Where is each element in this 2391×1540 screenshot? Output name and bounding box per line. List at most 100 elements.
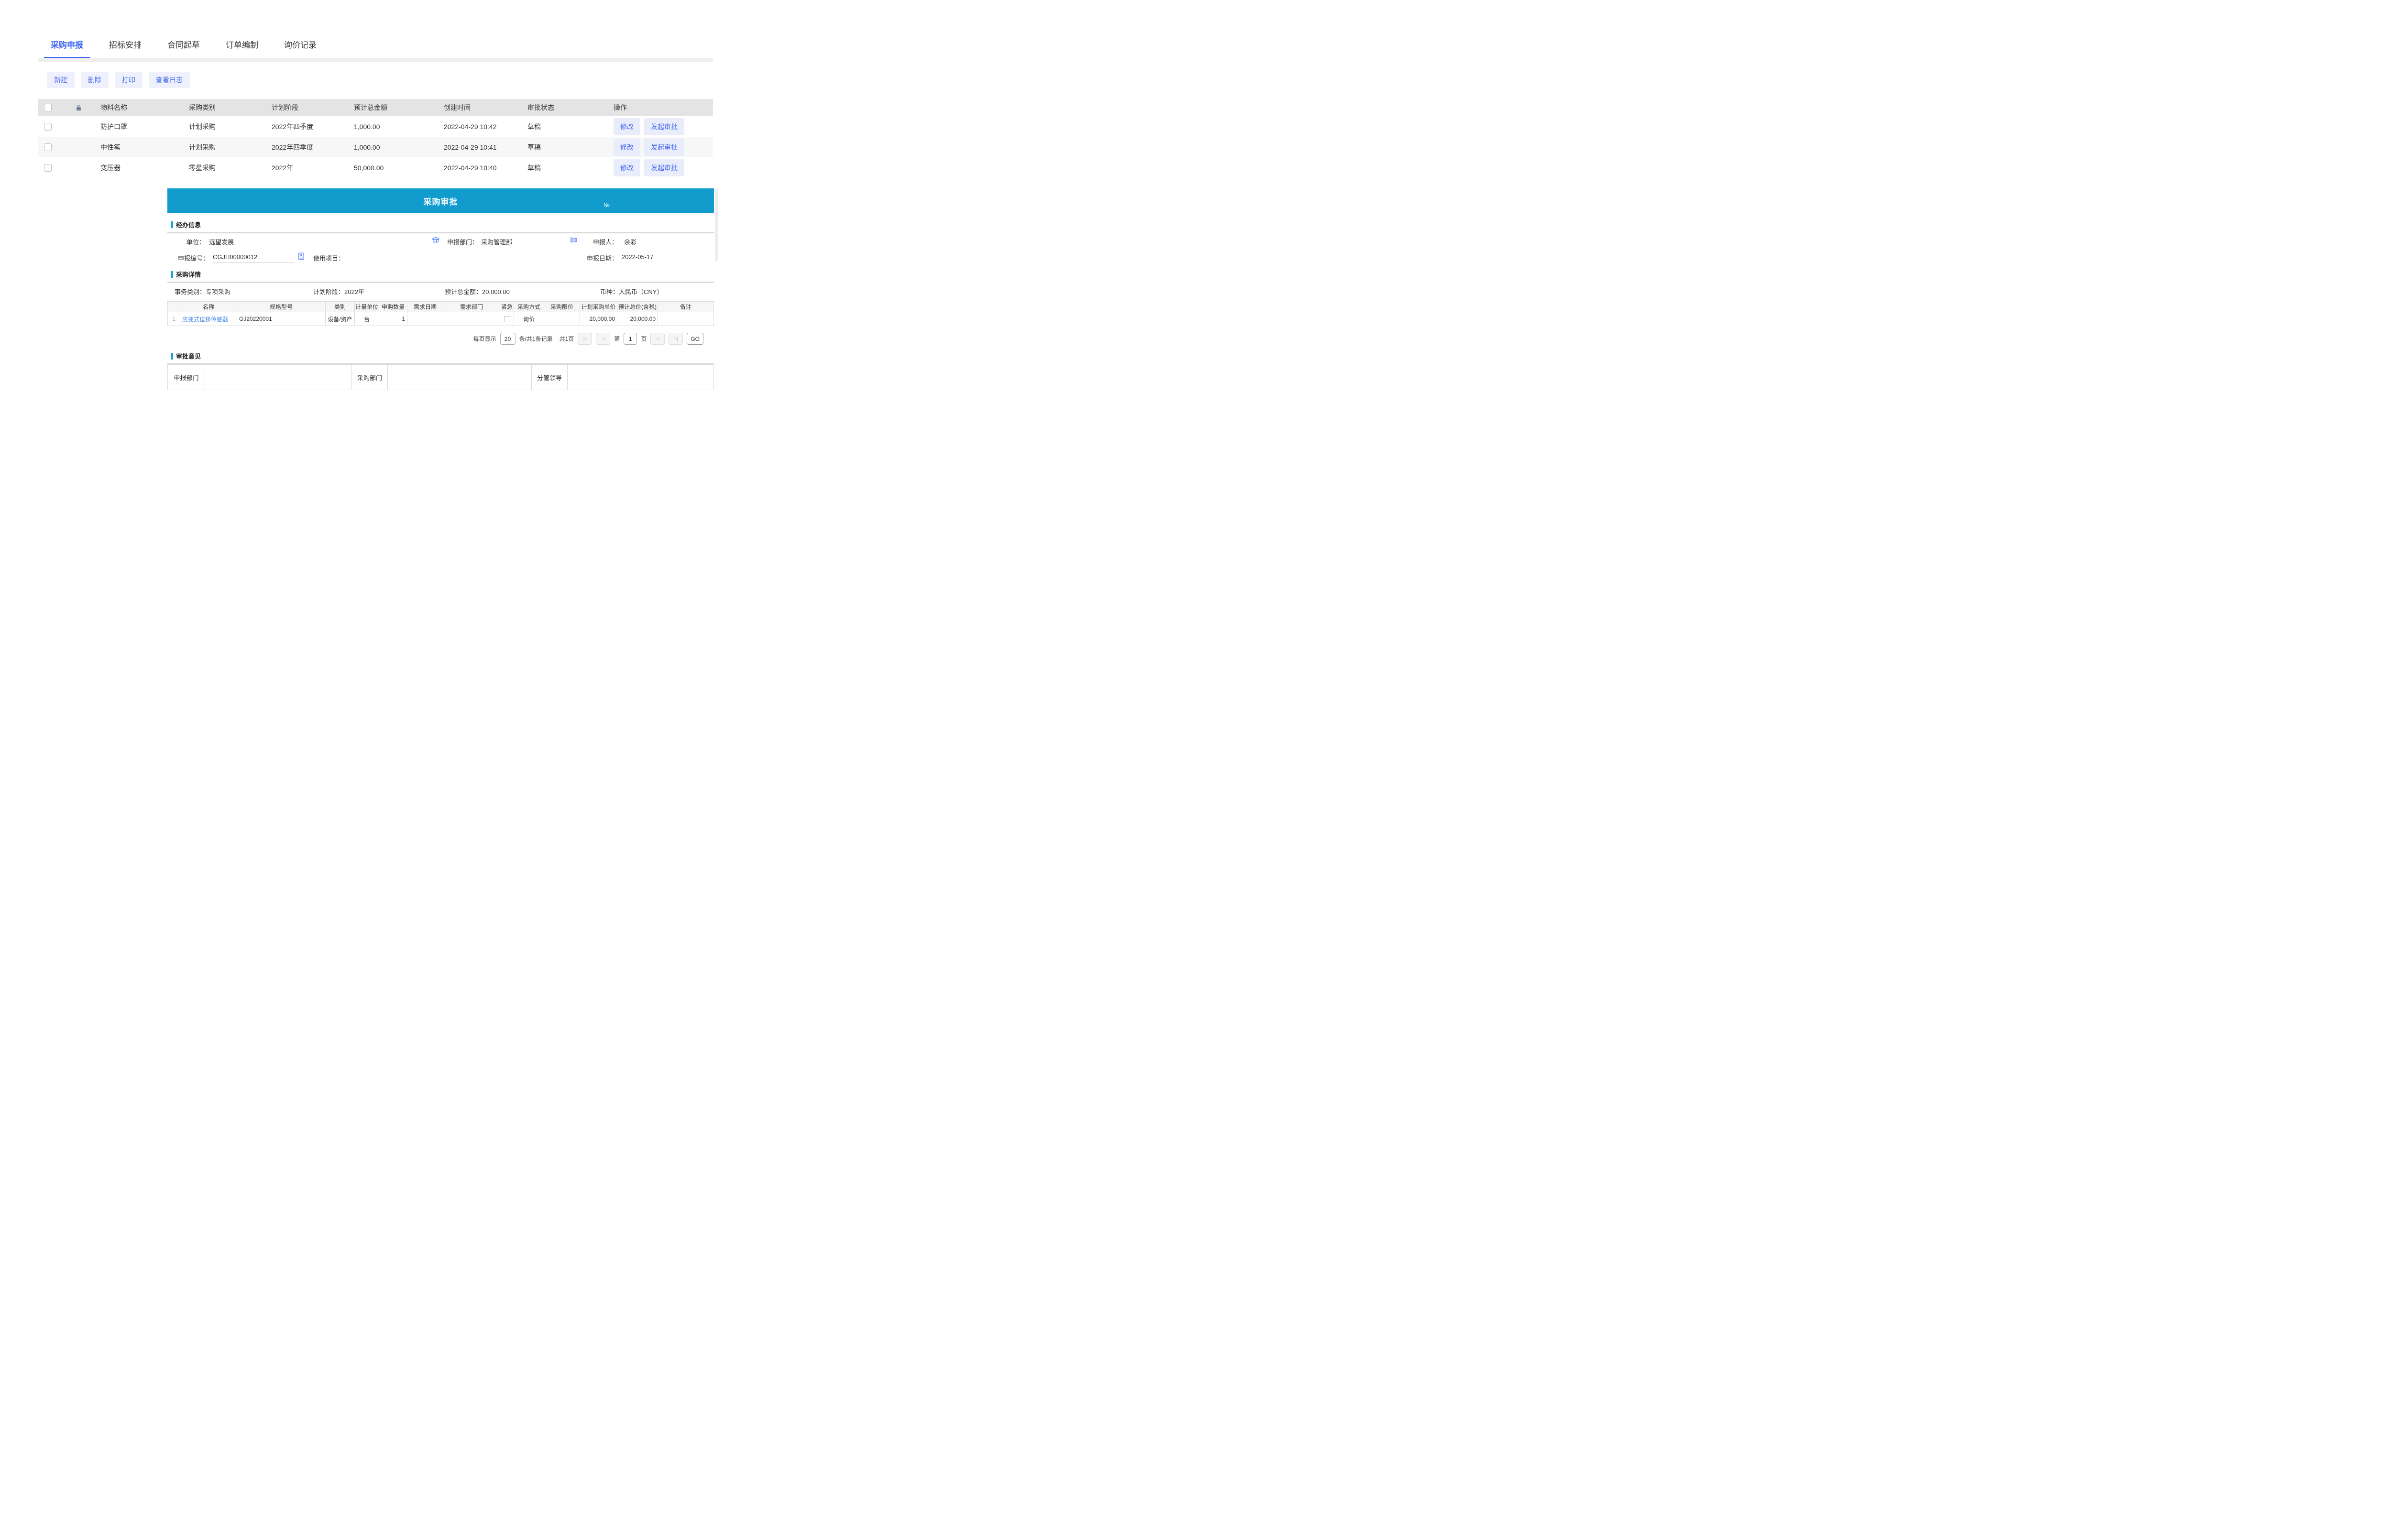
item-spec: GJ20220001	[237, 312, 326, 326]
tab-bidding-arrangement[interactable]: 招标安排	[102, 33, 148, 58]
tabbar-divider	[38, 58, 713, 62]
delete-button[interactable]: 删除	[81, 72, 109, 88]
next-page-button[interactable]: >	[650, 333, 665, 345]
estimated-total-label: 预计总金额：	[445, 288, 482, 295]
header-plan-stage: 计划阶段	[271, 103, 353, 112]
table-row: 防护口罩 计划采购 2022年四季度 1,000.00 2022-04-29 1…	[38, 116, 713, 137]
purchase-summary-row: 事务类别：专项采购 计划阶段：2022年 预计总金额：20,000.00 币种：…	[167, 287, 714, 299]
plan-stage-label: 计划阶段：	[313, 288, 344, 295]
header-estimated-total: 预计总金额	[353, 103, 443, 112]
row-checkbox[interactable]	[44, 143, 52, 151]
declare-no-value[interactable]: CGJH00000012	[213, 253, 257, 261]
header-approval-status: 审批状态	[526, 103, 613, 112]
item-index: 1	[168, 312, 180, 326]
first-page-button[interactable]: |<	[578, 333, 592, 345]
estimated-total-value: 20,000.00	[482, 288, 510, 295]
header-created-time: 创建时间	[443, 103, 526, 112]
table-row: 变压器 零星采购 2022年 50,000.00 2022-04-29 10:4…	[38, 157, 713, 178]
unit-label: 单位：	[186, 237, 205, 246]
item-need-date	[407, 312, 443, 326]
print-button[interactable]: 打印	[115, 72, 143, 88]
cell-material-name: 中性笔	[99, 142, 188, 152]
items-header-category: 类别	[326, 302, 355, 312]
cell-approval-status: 草稿	[526, 163, 613, 173]
items-header-qty: 申购数量	[379, 302, 407, 312]
declare-dept-value[interactable]: 采购管理部	[481, 237, 512, 246]
list-toolbar: 新建 删除 打印 查看日志	[47, 72, 190, 88]
section-accent-bar	[171, 221, 173, 228]
section-accent-bar	[171, 353, 173, 360]
item-name-link[interactable]: 应变式位移传感器	[182, 315, 228, 323]
unit-value[interactable]: 远望发展	[209, 237, 234, 246]
new-button[interactable]: 新建	[47, 72, 75, 88]
items-header-unit: 计量单位	[355, 302, 379, 312]
approval-decl-dept-opinion[interactable]	[205, 365, 352, 390]
approval-leader-opinion[interactable]	[568, 365, 713, 390]
prev-page-button[interactable]: <	[596, 333, 610, 345]
cell-created-time: 2022-04-29 10:41	[443, 143, 526, 151]
cell-plan-stage: 2022年	[271, 163, 353, 173]
row-checkbox[interactable]	[44, 164, 52, 172]
approval-opinion-table: 申报部门 采购部门 分管领导	[167, 365, 714, 390]
items-header-name: 名称	[180, 302, 237, 312]
transaction-type-label: 事务类别：	[175, 288, 206, 295]
id-card-icon[interactable]	[297, 252, 306, 261]
view-log-button[interactable]: 查看日志	[149, 72, 190, 88]
applicant-label: 申报人：	[593, 237, 618, 246]
plan-stage-value: 2022年	[344, 288, 364, 295]
items-header-price-limit: 采购限价	[544, 302, 580, 312]
edit-button[interactable]: 修改	[614, 118, 640, 135]
panel-scrollbar[interactable]	[715, 188, 718, 261]
currency-label: 币种：	[600, 288, 619, 295]
cell-estimated-total: 1,000.00	[353, 123, 443, 131]
cell-approval-status: 草稿	[526, 142, 613, 152]
total-pages-label: 共1页	[559, 335, 574, 343]
go-button[interactable]: GO	[687, 333, 703, 345]
start-approval-button[interactable]: 发起审批	[644, 139, 684, 156]
page-suffix-label: 页	[641, 335, 647, 343]
tab-inquiry-records[interactable]: 询价记录	[277, 33, 323, 58]
items-pagination: 每页显示 条/共1条记录 共1页 |< < 第 页 > >| GO	[167, 333, 703, 345]
per-page-label: 每页显示	[473, 335, 496, 343]
section-title-handler-info: 经办信息	[176, 220, 201, 229]
item-est-total: 20,000.00	[617, 312, 658, 326]
declare-date-label: 申报日期：	[587, 253, 618, 262]
select-all-checkbox[interactable]	[44, 104, 52, 111]
approval-purchase-dept-opinion[interactable]	[388, 365, 532, 390]
row-checkbox[interactable]	[44, 123, 52, 131]
table-header-row: 物料名称 采购类别 计划阶段 预计总金额 创建时间 审批状态 操作	[38, 99, 713, 116]
module-tabs: 采购申报 招标安排 合同起草 订单编制 询价记录	[44, 33, 336, 58]
edit-button[interactable]: 修改	[614, 159, 640, 176]
department-icon[interactable]	[570, 236, 578, 244]
tab-contract-drafting[interactable]: 合同起草	[161, 33, 207, 58]
start-approval-button[interactable]: 发起审批	[644, 159, 684, 176]
item-price-limit	[544, 312, 580, 326]
cell-estimated-total: 1,000.00	[353, 143, 443, 151]
urgent-checkbox[interactable]	[504, 316, 510, 322]
tab-order-preparation[interactable]: 订单编制	[219, 33, 265, 58]
cell-created-time: 2022-04-29 10:40	[443, 164, 526, 172]
declare-date-value: 2022-05-17	[622, 253, 654, 261]
approval-purchase-dept-label: 采购部门	[352, 365, 388, 390]
item-qty: 1	[379, 312, 407, 326]
cell-material-name: 防护口罩	[99, 122, 188, 131]
edit-button[interactable]: 修改	[614, 139, 640, 156]
header-material-name: 物料名称	[99, 103, 188, 112]
records-count-label: 条/共1条记录	[519, 335, 553, 343]
page-number-input[interactable]	[624, 333, 637, 345]
cell-purchase-category: 计划采购	[188, 142, 271, 152]
bank-icon[interactable]	[431, 236, 440, 244]
approval-decl-dept-label: 申报部门	[168, 365, 205, 390]
last-page-button[interactable]: >|	[669, 333, 683, 345]
start-approval-button[interactable]: 发起审批	[644, 118, 684, 135]
per-page-input[interactable]	[500, 333, 515, 345]
document-number-symbol: №	[603, 202, 610, 208]
currency-value: 人民币（CNY）	[619, 288, 663, 295]
items-header-method: 采购方式	[514, 302, 544, 312]
items-header-est-total: 预计总价(含税)	[617, 302, 658, 312]
tab-purchase-declaration[interactable]: 采购申报	[44, 33, 90, 58]
items-header-plan-unit-price: 计划采购单价	[580, 302, 617, 312]
use-project-label: 使用项目：	[313, 253, 344, 262]
cell-material-name: 变压器	[99, 163, 188, 173]
section-title-purchase-detail: 采购详情	[176, 270, 201, 279]
